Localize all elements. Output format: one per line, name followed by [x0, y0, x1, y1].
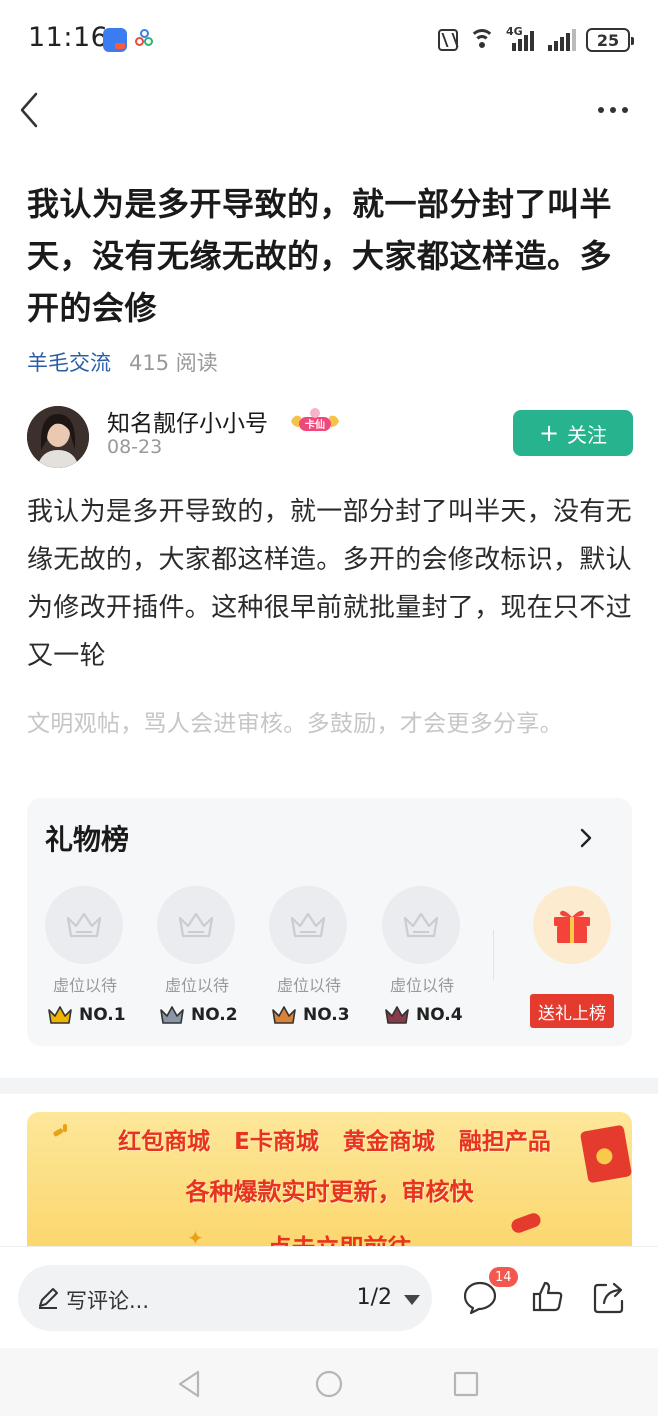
banner-tagline: 各种爆款实时更新，审核快	[185, 1178, 474, 1206]
author-row: 知名靓仔小小号 卡仙 08-23 + 关注	[27, 404, 633, 470]
follow-button[interactable]: + 关注	[513, 410, 633, 456]
page-indicator[interactable]: 1/2	[357, 1285, 392, 1310]
caret-down-icon[interactable]	[404, 1295, 420, 1305]
gift-slot[interactable]: 虚位以待 NO.1	[45, 886, 126, 1025]
banner-categories: 红包商城 E卡商城 黄金商城 融担产品	[27, 1122, 632, 1156]
battery-icon: 25	[586, 28, 634, 52]
wifi-icon	[468, 29, 496, 51]
bottom-action-bar: 写评论... 1/2 14	[0, 1246, 658, 1348]
post-date: 08-23	[107, 436, 163, 458]
civility-hint: 文明观帖，骂人会进审核。多鼓励，才会更多分享。	[27, 711, 563, 737]
comment-count-badge: 14	[489, 1267, 518, 1287]
app-notification-icon-2	[135, 29, 155, 49]
slot-rank: NO.2	[159, 1004, 238, 1026]
gift-slot[interactable]: 虚位以待 NO.2	[157, 886, 238, 1025]
nav-home-icon[interactable]	[313, 1368, 345, 1400]
read-count: 415 阅读	[129, 351, 218, 375]
slot-rank: NO.4	[384, 1004, 463, 1026]
like-icon[interactable]	[530, 1279, 566, 1315]
plus-icon: +	[538, 419, 560, 447]
follow-label: 关注	[567, 422, 608, 447]
banner-item: 黄金商城	[342, 1129, 435, 1155]
promo-banner[interactable]: 红包商城 E卡商城 黄金商城 融担产品 各种爆款实时更新，审核快 ✦ 点击立即前…	[27, 1112, 632, 1252]
slot-label: 虚位以待	[52, 976, 117, 995]
card-immortal-badge: 卡仙	[289, 407, 341, 435]
comment-placeholder: 写评论...	[66, 1289, 150, 1313]
status-icons: 4G 25	[438, 25, 634, 54]
crown-outline-icon	[178, 912, 214, 938]
post-title: 我认为是多开导致的，就一部分封了叫半天，没有无缘无故的，大家都这样造。多开的会修	[27, 185, 613, 327]
author-name[interactable]: 知名靓仔小小号	[107, 404, 268, 438]
crown-outline-icon	[403, 912, 439, 938]
chevron-right-icon[interactable]	[576, 826, 596, 850]
post-meta: 羊毛交流 415 阅读	[27, 345, 218, 379]
rank-label: NO.2	[191, 1005, 238, 1025]
channel-link[interactable]: 羊毛交流	[27, 347, 111, 377]
post-body: 我认为是多开导致的，就一部分封了叫半天，没有无缘无故的，大家都这样造。多开的会修…	[27, 497, 632, 671]
section-divider	[0, 1078, 658, 1094]
gift-slot[interactable]: 虚位以待 NO.4	[382, 886, 463, 1025]
rank-label: NO.4	[416, 1005, 463, 1025]
empty-slot-circle	[157, 886, 235, 964]
banner-item: E卡商城	[234, 1129, 319, 1155]
slot-label: 虚位以待	[164, 976, 229, 995]
slot-label: 虚位以待	[389, 976, 454, 995]
gift-box-icon	[554, 910, 590, 943]
slot-rank: NO.1	[47, 1004, 126, 1026]
avatar[interactable]	[27, 406, 89, 468]
status-time: 11:16	[28, 22, 109, 53]
slot-rank: NO.3	[271, 1004, 350, 1026]
svg-text:卡仙: 卡仙	[305, 418, 325, 431]
gift-slot[interactable]: 虚位以待 NO.3	[269, 886, 350, 1025]
slot-label: 虚位以待	[276, 976, 341, 995]
send-gift-button[interactable]: 送礼上榜	[530, 994, 614, 1028]
crown-outline-icon	[290, 912, 326, 938]
gift-board-title: 礼物榜	[45, 823, 130, 856]
status-bar: 11:16 4G 25	[0, 0, 658, 80]
rank-crown-icon	[160, 1006, 184, 1024]
empty-slot-circle	[382, 886, 460, 964]
share-icon[interactable]	[592, 1279, 628, 1315]
gift-button[interactable]	[533, 886, 611, 964]
system-nav-bar	[0, 1348, 658, 1416]
rank-label: NO.1	[79, 1005, 126, 1025]
more-dots-icon	[598, 107, 604, 113]
banner-item: 融担产品	[458, 1129, 551, 1155]
rank-label: NO.3	[303, 1005, 350, 1025]
empty-slot-circle	[269, 886, 347, 964]
pen-icon	[39, 1288, 58, 1309]
top-nav	[0, 80, 658, 142]
rank-crown-icon	[385, 1006, 409, 1024]
banner-item: 红包商城	[118, 1129, 211, 1155]
app-notification-icon	[103, 28, 127, 52]
signal-4g-icon: 4G	[506, 25, 538, 51]
crown-outline-icon	[66, 912, 102, 938]
nav-recents-icon[interactable]	[450, 1368, 482, 1400]
comment-input[interactable]: 写评论... 1/2	[18, 1265, 432, 1331]
nav-back-icon[interactable]	[174, 1368, 206, 1400]
signal-icon	[548, 29, 576, 51]
chevron-left-icon	[20, 92, 38, 128]
more-button[interactable]	[598, 102, 634, 118]
empty-slot-circle	[45, 886, 123, 964]
back-button[interactable]	[14, 90, 50, 130]
rank-crown-icon	[48, 1006, 72, 1024]
gift-board: 礼物榜 虚位以待 NO.1 虚位以待 NO.2 虚位以待 NO.3 虚位以待 NO.4 送礼上…	[27, 798, 632, 1046]
divider	[493, 930, 494, 980]
rank-crown-icon	[272, 1006, 296, 1024]
nfc-icon	[438, 29, 458, 51]
